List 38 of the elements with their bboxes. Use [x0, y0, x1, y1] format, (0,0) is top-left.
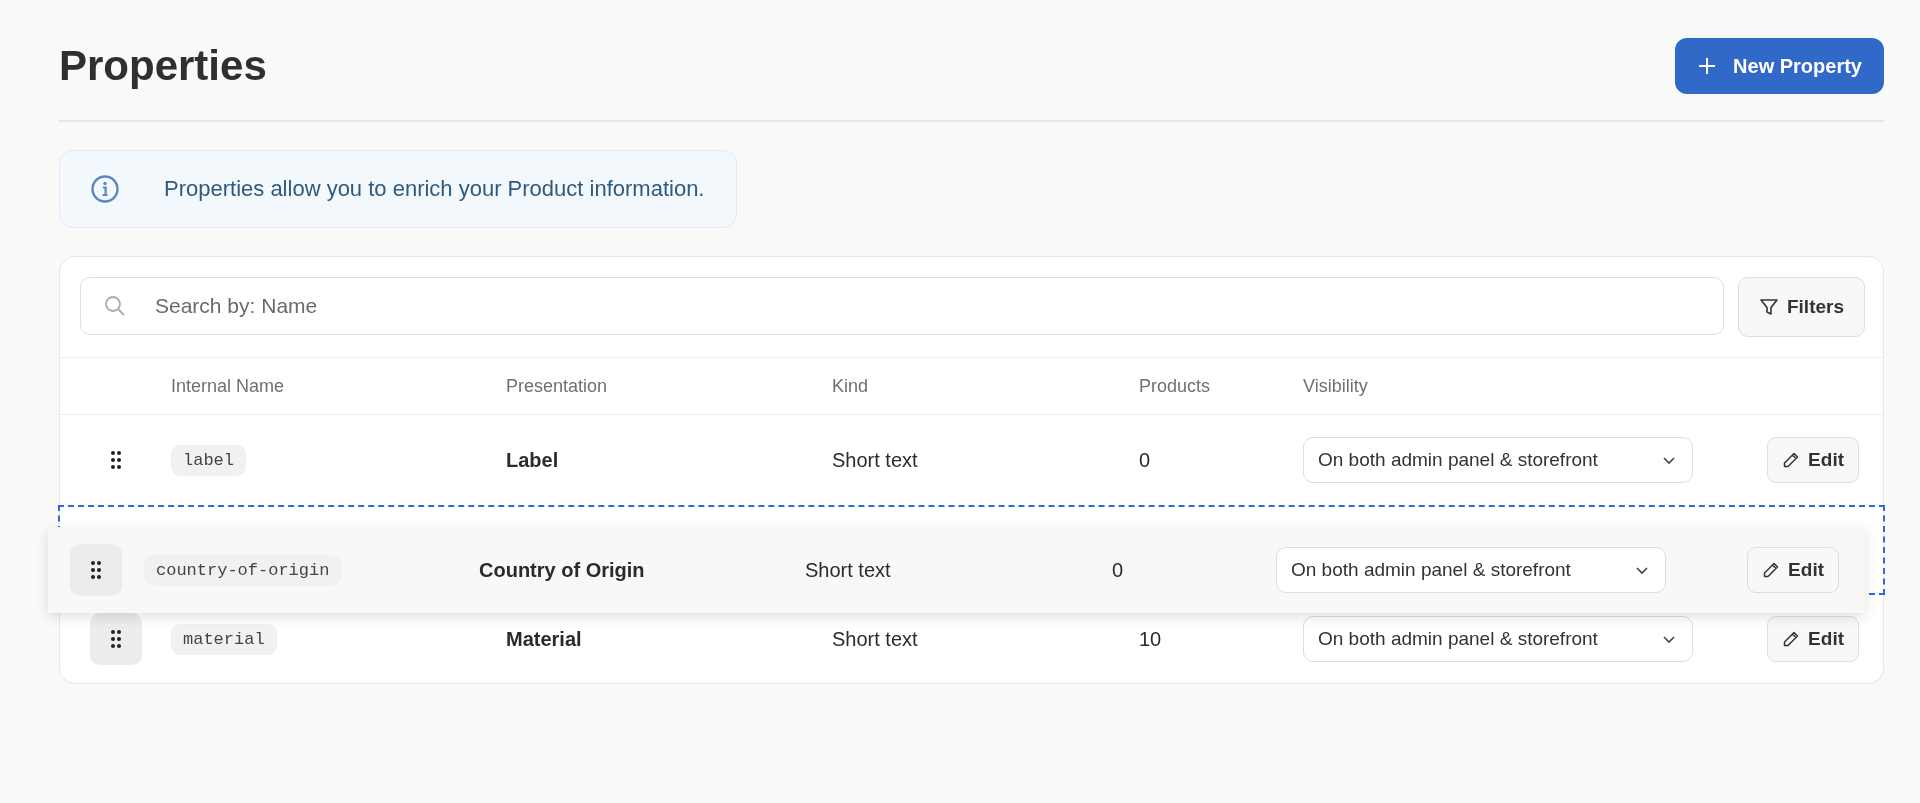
new-property-button[interactable]: New Property — [1675, 38, 1884, 94]
presentation-cell: Label — [506, 448, 559, 472]
visibility-dropdown[interactable]: On both admin panel & storefront — [1303, 616, 1693, 662]
products-cell: 0 — [1139, 448, 1151, 472]
filters-button[interactable]: Filters — [1737, 277, 1865, 337]
visibility-dropdown[interactable]: On both admin panel & storefront — [1276, 547, 1666, 593]
pencil-icon — [1762, 561, 1781, 579]
kind-cell: Short text — [805, 558, 891, 582]
column-header: Visibility — [1303, 375, 1368, 397]
edit-button[interactable]: Edit — [1767, 437, 1859, 483]
edit-button[interactable]: Edit — [1767, 616, 1859, 662]
drag-handle-icon[interactable] — [89, 613, 142, 665]
info-text: Properties allow you to enrich your Product information. — [164, 176, 705, 202]
internal-name-tag: material — [171, 623, 277, 655]
column-header: Kind — [832, 375, 869, 397]
internal-name-tag: label — [171, 444, 246, 476]
presentation-cell: Material — [506, 627, 582, 651]
dragged-row[interactable]: country-of-origin Country of Origin Short text 0 On both admin panel & storefront Edit — [48, 527, 1865, 613]
pencil-icon — [1782, 630, 1801, 648]
drag-handle-icon[interactable] — [70, 544, 122, 596]
column-header: Products — [1139, 375, 1211, 397]
info-icon — [90, 174, 120, 204]
page-title: Properties — [59, 42, 267, 90]
plus-icon — [1697, 56, 1718, 76]
products-cell: 0 — [1112, 558, 1124, 582]
products-cell: 10 — [1139, 627, 1162, 651]
filter-icon — [1758, 297, 1779, 317]
search-field[interactable]: Search by: Name — [80, 277, 1724, 335]
pencil-icon — [1782, 451, 1801, 469]
kind-cell: Short text — [832, 627, 918, 651]
column-header: Internal Name — [171, 375, 285, 397]
internal-name-tag: country-of-origin — [144, 554, 342, 586]
visibility-dropdown[interactable]: On both admin panel & storefront — [1303, 437, 1693, 483]
search-icon — [104, 295, 126, 317]
column-header: Presentation — [506, 375, 608, 397]
kind-cell: Short text — [832, 448, 918, 472]
presentation-cell: Country of Origin — [479, 558, 645, 582]
edit-button[interactable]: Edit — [1747, 547, 1839, 593]
